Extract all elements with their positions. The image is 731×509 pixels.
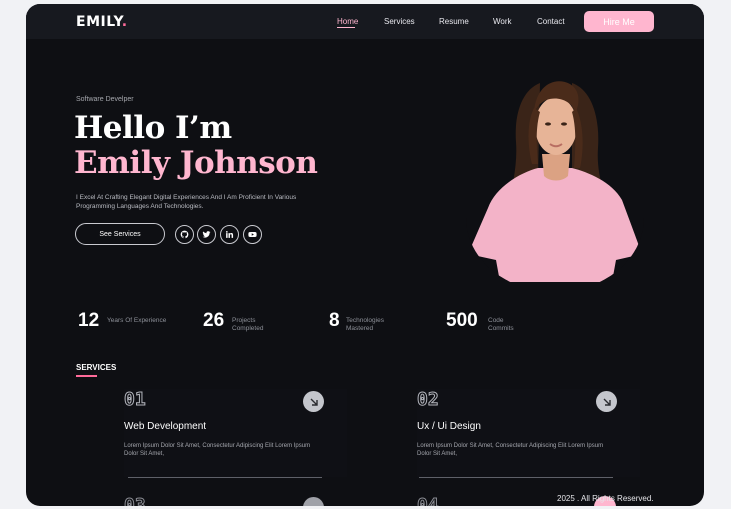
card-divider	[128, 477, 322, 478]
nav-active-underline	[337, 27, 355, 28]
hire-me-button[interactable]: Hire Me	[584, 11, 654, 32]
stat-label: Years Of Experience	[107, 317, 167, 324]
service-description: Lorem Ipsum Dolor Sit Amet, Consectetur …	[417, 443, 604, 457]
nav-contact[interactable]: Contact	[537, 17, 565, 26]
twitter-icon[interactable]	[197, 225, 216, 244]
service-title: Ux / Ui Design	[417, 421, 481, 432]
stat-label: Code Commits	[488, 317, 514, 332]
services-underline	[76, 375, 97, 377]
hero-description: I Excel At Crafting Elegant Digital Expe…	[76, 194, 297, 210]
stat-value: 12	[78, 310, 100, 331]
service-description: Lorem Ipsum Dolor Sit Amet, Consectetur …	[124, 443, 311, 457]
hero-eyebrow: Software Develper	[76, 96, 134, 103]
nav-services[interactable]: Services	[384, 17, 415, 26]
service-title: Web Development	[124, 421, 207, 432]
stat-label: Projects Completed	[232, 317, 264, 332]
stat-value: 26	[203, 310, 225, 331]
github-icon[interactable]	[175, 225, 194, 244]
card-divider	[419, 477, 613, 478]
navbar: EMILY. Home Services Resume Work Contact…	[26, 4, 704, 39]
nav-resume[interactable]: Resume	[439, 17, 469, 26]
logo[interactable]: EMILY.	[76, 14, 128, 30]
see-services-button[interactable]: See Services	[75, 223, 165, 245]
hero-greeting: Hello I’m	[74, 110, 232, 146]
profile-photo	[466, 68, 644, 282]
arrow-down-right-icon[interactable]	[596, 391, 617, 412]
services-heading: SERVICES	[76, 363, 117, 372]
nav-home[interactable]: Home	[337, 17, 358, 26]
youtube-icon[interactable]	[243, 225, 262, 244]
service-number-partial: 03	[124, 495, 147, 507]
service-number-partial: 04	[417, 495, 440, 507]
nav-work[interactable]: Work	[493, 17, 512, 26]
service-card-web-development[interactable]: 01 Web Development Lorem Ipsum Dolor Sit…	[124, 389, 347, 477]
stat-label: Technologies Mastered	[346, 317, 384, 332]
arrow-down-right-icon[interactable]	[303, 391, 324, 412]
arrow-button-partial[interactable]	[303, 497, 324, 506]
logo-text: EMILY	[76, 14, 122, 30]
stat-value: 500	[446, 310, 478, 331]
footer-copyright: 2025 . All Rights Reserved.	[557, 494, 654, 503]
hero-name: Emily Johnson	[74, 145, 318, 181]
stat-value: 8	[329, 310, 340, 331]
service-number: 02	[417, 389, 440, 411]
linkedin-icon[interactable]	[220, 225, 239, 244]
service-number: 01	[124, 389, 147, 411]
portfolio-window: EMILY. Home Services Resume Work Contact…	[26, 4, 704, 506]
service-card-ux-ui-design[interactable]: 02 Ux / Ui Design Lorem Ipsum Dolor Sit …	[417, 389, 640, 477]
logo-dot: .	[121, 14, 128, 30]
